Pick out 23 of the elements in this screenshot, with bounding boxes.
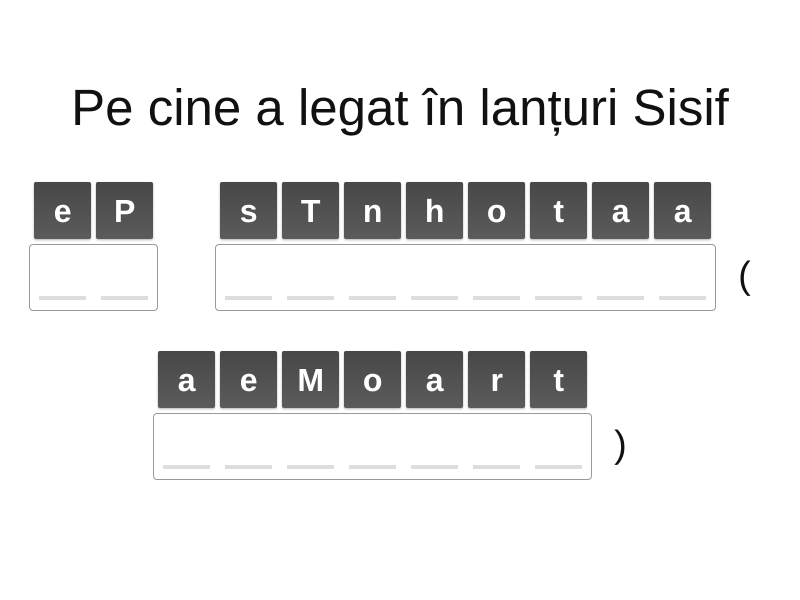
- letter-tile[interactable]: T: [282, 182, 340, 239]
- letter-tile[interactable]: e: [34, 182, 92, 239]
- letter-tile[interactable]: a: [406, 351, 464, 408]
- answer-box[interactable]: [153, 413, 592, 480]
- letter-tile[interactable]: n: [344, 182, 402, 239]
- question-title: Pe cine a legat în lanțuri Sisif: [71, 78, 729, 138]
- parenthesis: ): [614, 423, 627, 467]
- letter-tile[interactable]: t: [530, 182, 588, 239]
- letter-tile[interactable]: a: [158, 351, 216, 408]
- letter-tile[interactable]: o: [468, 182, 526, 239]
- answer-box[interactable]: [215, 244, 716, 311]
- letter-tile[interactable]: s: [220, 182, 278, 239]
- answer-box[interactable]: [29, 244, 158, 311]
- letter-tile[interactable]: a: [592, 182, 650, 239]
- letter-tile[interactable]: a: [654, 182, 712, 239]
- letter-tile[interactable]: o: [344, 351, 402, 408]
- letter-tile[interactable]: M: [282, 351, 340, 408]
- letter-tile[interactable]: r: [468, 351, 526, 408]
- letter-tile[interactable]: P: [96, 182, 154, 239]
- letter-tile[interactable]: e: [220, 351, 278, 408]
- parenthesis: (: [738, 254, 751, 298]
- letter-tile[interactable]: t: [530, 351, 588, 408]
- letter-tile[interactable]: h: [406, 182, 464, 239]
